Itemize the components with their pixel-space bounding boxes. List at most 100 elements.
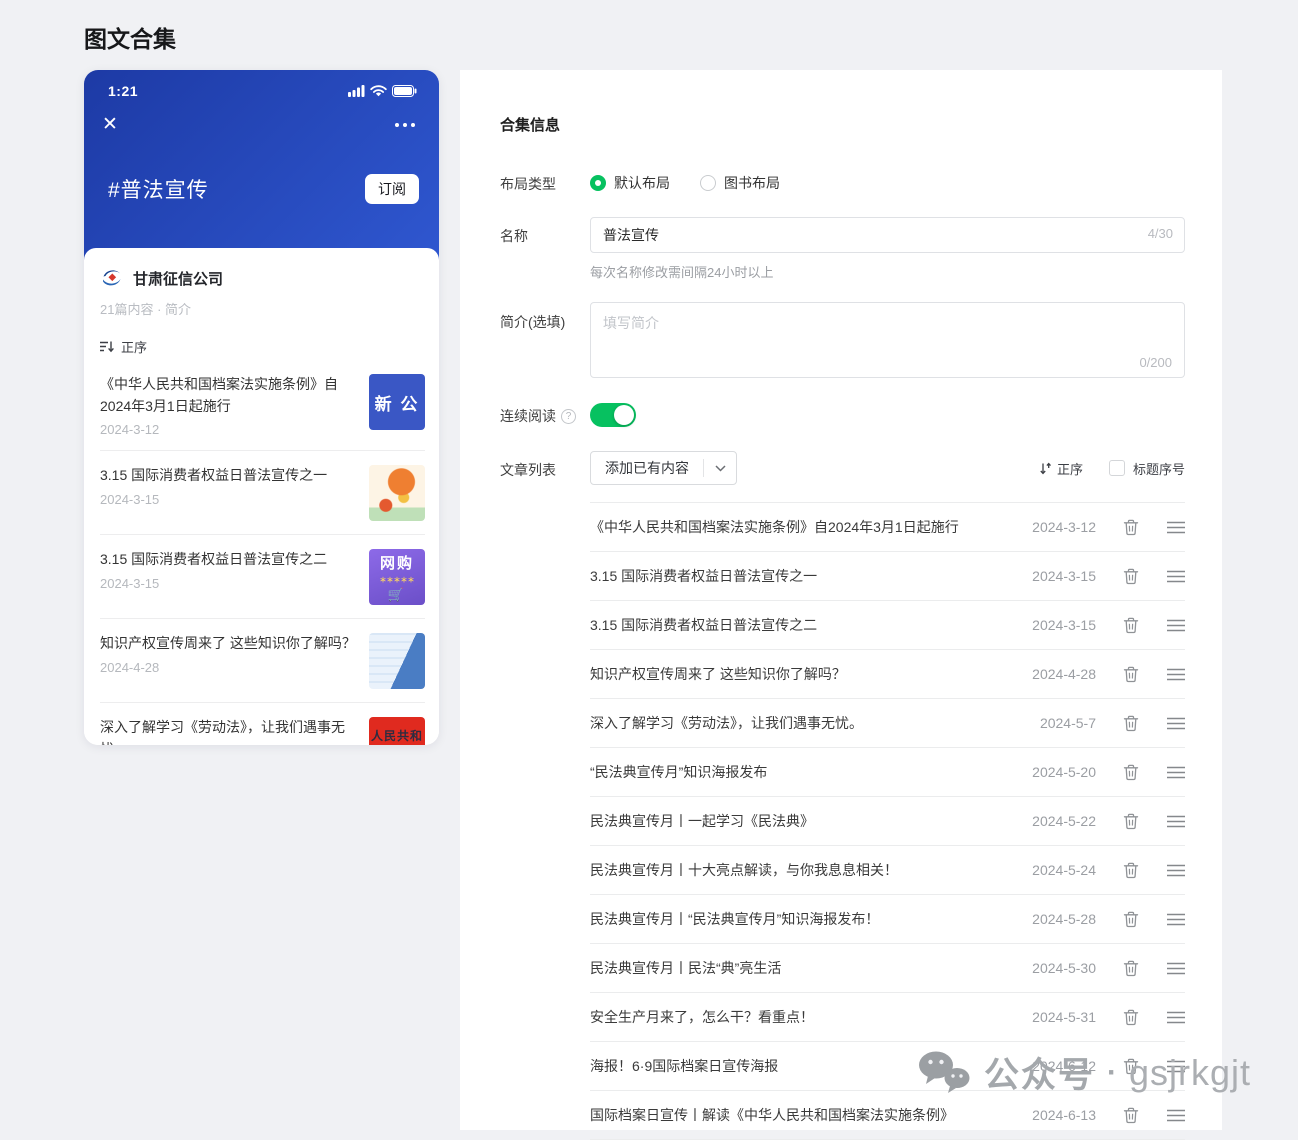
- name-char-counter: 4/30: [1148, 226, 1173, 241]
- article-title: 深入了解学习《劳动法》，让我们遇事无忧。: [100, 717, 357, 745]
- close-icon[interactable]: ✕: [102, 115, 118, 134]
- add-existing-content-button[interactable]: 添加已有内容: [590, 451, 737, 485]
- account-meta: 21篇内容 · 简介: [100, 299, 425, 318]
- account-row[interactable]: 甘肃征信公司: [100, 266, 425, 290]
- status-icons: [348, 85, 417, 97]
- drag-handle-icon[interactable]: [1167, 815, 1185, 828]
- row-date: 2024-5-31: [1016, 1009, 1096, 1025]
- collection-editor-panel: 合集信息 布局类型 默认布局 图书布局 名称 4/30 每次名称修改需间隔24: [460, 70, 1222, 1130]
- article-thumbnail: [369, 633, 425, 689]
- checkbox-unchecked-icon[interactable]: [1109, 460, 1125, 476]
- table-row: 民法典宣传月丨民法“典”亮生活 2024-5-30: [590, 944, 1185, 993]
- row-date: 2024-4-28: [1016, 666, 1096, 682]
- row-title: 民法典宣传月丨十大亮点解读，与你我息息相关！: [590, 860, 1004, 880]
- battery-icon: [392, 85, 417, 97]
- row-title: 国际档案日宣传丨解读《中华人民共和国档案法实施条例》: [590, 1105, 1004, 1125]
- radio-selected-icon: [590, 175, 606, 191]
- drag-handle-icon[interactable]: [1167, 864, 1185, 877]
- trash-icon[interactable]: [1123, 568, 1139, 585]
- table-row: 民法典宣传月丨一起学习《民法典》 2024-5-22: [590, 797, 1185, 846]
- drag-handle-icon[interactable]: [1167, 766, 1185, 779]
- trash-icon[interactable]: [1123, 911, 1139, 928]
- more-menu-icon[interactable]: [391, 119, 419, 131]
- article-list-label: 文章列表: [500, 451, 590, 480]
- subscribe-button[interactable]: 订阅: [365, 174, 419, 204]
- trash-icon[interactable]: [1123, 1009, 1139, 1026]
- table-row: 《中华人民共和国档案法实施条例》自2024年3月1日起施行 2024-3-12: [590, 503, 1185, 552]
- trash-icon[interactable]: [1123, 1107, 1139, 1124]
- row-title: “民法典宣传月”知识海报发布: [590, 762, 1004, 782]
- layout-type-label: 布局类型: [500, 172, 590, 194]
- phone-article-item[interactable]: 《中华人民共和国档案法实施条例》自2024年3月1日起施行 2024-3-12 …: [100, 360, 425, 451]
- trash-icon[interactable]: [1123, 617, 1139, 634]
- help-icon[interactable]: ?: [561, 409, 576, 424]
- trash-icon[interactable]: [1123, 813, 1139, 830]
- name-input[interactable]: [590, 217, 1185, 253]
- phone-article-item[interactable]: 3.15 国际消费者权益日普法宣传之二 2024-3-15 网购＊＊＊＊＊🛒: [100, 535, 425, 619]
- radio-default-layout[interactable]: 默认布局: [590, 173, 670, 193]
- row-date: 2024-6-13: [1016, 1107, 1096, 1123]
- drag-handle-icon[interactable]: [1167, 1060, 1185, 1073]
- phone-article-item[interactable]: 知识产权宣传周来了 这些知识你了解吗？ 2024-4-28: [100, 619, 425, 703]
- account-name: 甘肃征信公司: [133, 268, 223, 289]
- phone-collection-title: #普法宣传: [108, 174, 209, 204]
- title-number-checkbox-row[interactable]: 标题序号: [1109, 459, 1185, 478]
- phone-header: 1:21 ✕: [84, 70, 439, 262]
- row-date: 2024-5-30: [1016, 960, 1096, 976]
- table-row: 3.15 国际消费者权益日普法宣传之一 2024-3-15: [590, 552, 1185, 601]
- row-date: 2024-5-22: [1016, 813, 1096, 829]
- account-logo: [100, 266, 124, 290]
- chevron-down-icon[interactable]: [704, 465, 736, 472]
- drag-handle-icon[interactable]: [1167, 619, 1185, 632]
- drag-handle-icon[interactable]: [1167, 570, 1185, 583]
- row-date: 2024-3-15: [1016, 617, 1096, 633]
- article-title: 知识产权宣传周来了 这些知识你了解吗？: [100, 633, 357, 655]
- row-title: 民法典宣传月丨民法“典”亮生活: [590, 958, 1004, 978]
- row-title: 安全生产月来了，怎么干？看重点！: [590, 1007, 1004, 1027]
- row-title: 知识产权宣传周来了 这些知识你了解吗？: [590, 664, 1004, 684]
- drag-handle-icon[interactable]: [1167, 668, 1185, 681]
- article-thumbnail: 网购＊＊＊＊＊🛒: [369, 549, 425, 605]
- phone-sort-label: 正序: [121, 337, 147, 356]
- continuous-reading-toggle[interactable]: [590, 403, 636, 427]
- article-date: 2024-4-28: [100, 660, 357, 675]
- article-title: 3.15 国际消费者权益日普法宣传之一: [100, 465, 357, 487]
- phone-article-item[interactable]: 深入了解学习《劳动法》，让我们遇事无忧。 2024-5-7 人民共和劳动法: [100, 703, 425, 745]
- phone-sort-toggle[interactable]: 正序: [100, 337, 425, 356]
- article-date: 2024-3-12: [100, 422, 357, 437]
- intro-label: 简介(选填): [500, 302, 590, 332]
- trash-icon[interactable]: [1123, 715, 1139, 732]
- phone-article-item[interactable]: 3.15 国际消费者权益日普法宣传之一 2024-3-15: [100, 451, 425, 535]
- drag-handle-icon[interactable]: [1167, 521, 1185, 534]
- trash-icon[interactable]: [1123, 862, 1139, 879]
- title-number-label: 标题序号: [1133, 459, 1185, 478]
- article-date: 2024-3-15: [100, 492, 357, 507]
- table-row: 知识产权宣传周来了 这些知识你了解吗？ 2024-4-28: [590, 650, 1185, 699]
- drag-handle-icon[interactable]: [1167, 717, 1185, 730]
- radio-book-label: 图书布局: [724, 173, 780, 193]
- intro-textarea[interactable]: [591, 303, 1184, 355]
- row-date: 2024-5-20: [1016, 764, 1096, 780]
- row-date: 2024-5-7: [1016, 715, 1096, 731]
- drag-handle-icon[interactable]: [1167, 1109, 1185, 1122]
- table-row: 国际档案日宣传丨解读《中华人民共和国档案法实施条例》 2024-6-13: [590, 1091, 1185, 1140]
- table-row: 安全生产月来了，怎么干？看重点！ 2024-5-31: [590, 993, 1185, 1042]
- trash-icon[interactable]: [1123, 519, 1139, 536]
- drag-handle-icon[interactable]: [1167, 1011, 1185, 1024]
- table-row: 海报！6·9国际档案日宣传海报 2024-6-12: [590, 1042, 1185, 1091]
- radio-book-layout[interactable]: 图书布局: [700, 173, 780, 193]
- trash-icon[interactable]: [1123, 666, 1139, 683]
- table-row: 民法典宣传月丨十大亮点解读，与你我息息相关！ 2024-5-24: [590, 846, 1185, 895]
- table-row: 3.15 国际消费者权益日普法宣传之二 2024-3-15: [590, 601, 1185, 650]
- trash-icon[interactable]: [1123, 764, 1139, 781]
- row-title: 海报！6·9国际档案日宣传海报: [590, 1056, 1004, 1076]
- phone-article-list: 《中华人民共和国档案法实施条例》自2024年3月1日起施行 2024-3-12 …: [100, 360, 425, 745]
- trash-icon[interactable]: [1123, 960, 1139, 977]
- drag-handle-icon[interactable]: [1167, 913, 1185, 926]
- drag-handle-icon[interactable]: [1167, 962, 1185, 975]
- trash-icon[interactable]: [1123, 1058, 1139, 1075]
- table-row: 民法典宣传月丨“民法典宣传月”知识海报发布！ 2024-5-28: [590, 895, 1185, 944]
- table-sort-toggle[interactable]: 正序: [1040, 459, 1083, 478]
- status-time: 1:21: [108, 83, 138, 99]
- row-title: 3.15 国际消费者权益日普法宣传之一: [590, 566, 1004, 586]
